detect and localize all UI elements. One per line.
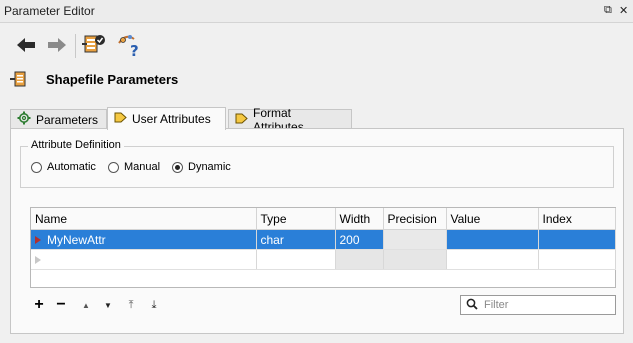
cell-precision [383,249,447,270]
radio-dynamic[interactable]: Dynamic [172,161,231,173]
move-up-button[interactable]: ▲ [77,296,95,314]
apply-parameters-icon[interactable] [80,30,108,60]
attribute-definition-group: Attribute Definition Automatic Manual Dy… [20,139,614,188]
cell-value[interactable] [446,229,539,250]
move-bottom-button[interactable]: ⤓ [145,296,163,314]
radio-label: Dynamic [188,161,231,173]
close-icon[interactable]: ✕ [619,4,628,17]
add-row-button[interactable]: + [30,296,48,314]
radio-circle[interactable] [31,161,42,173]
radio-circle-selected[interactable] [172,161,183,173]
back-arrow-icon[interactable] [12,30,40,60]
cell-name-text: MyNewAttr [47,232,106,247]
forward-arrow-icon[interactable] [43,30,71,60]
cell-width[interactable]: 200 [335,229,384,250]
radio-label: Manual [124,161,161,173]
column-header-name[interactable]: Name [31,208,257,230]
tag-icon [114,111,127,127]
column-header-precision[interactable]: Precision [383,208,447,230]
column-header-index[interactable]: Index [538,208,616,230]
cell-name[interactable] [31,249,257,270]
tab-parameters[interactable]: Parameters [10,109,107,129]
cell-index[interactable] [538,249,616,270]
radio-circle[interactable] [108,161,119,173]
move-down-button[interactable]: ▼ [99,296,117,314]
tag-icon [235,112,248,128]
gear-icon [17,111,31,128]
toolbar: ? [0,30,633,64]
row-marker-icon [35,236,41,245]
table-row-new[interactable] [31,249,616,270]
cell-precision [383,229,447,250]
radio-manual[interactable]: Manual [108,161,160,173]
cell-type[interactable] [256,249,336,270]
table-header-row: Name Type Width Precision Value Index [31,208,616,230]
move-top-button[interactable]: ⤒ [122,296,140,314]
window-title: Parameter Editor [4,4,95,18]
table-row[interactable]: MyNewAttr char 200 [31,229,616,250]
toolbar-separator [75,34,76,58]
filter-input[interactable] [484,299,604,311]
remove-row-button[interactable]: − [52,296,70,314]
column-header-value[interactable]: Value [446,208,539,230]
search-icon [466,298,478,313]
column-header-type[interactable]: Type [256,208,336,230]
tab-user-attributes[interactable]: User Attributes [107,107,226,130]
radio-label: Automatic [47,161,96,173]
tab-label: User Attributes [132,112,211,126]
user-attributes-panel: Attribute Definition Automatic Manual Dy… [10,128,624,334]
attributes-table: Name Type Width Precision Value Index My… [30,207,616,288]
tab-label: Parameters [36,112,99,127]
window-titlebar: Parameter Editor ⧉ ✕ [0,0,633,23]
help-icon[interactable]: ? [116,30,144,60]
shapefile-icon [10,71,26,87]
cell-width [335,249,384,270]
radio-automatic[interactable]: Automatic [31,161,96,173]
cell-name[interactable]: MyNewAttr [31,229,257,250]
cell-value[interactable] [446,249,539,270]
cell-index[interactable] [538,229,616,250]
float-icon[interactable]: ⧉ [604,4,612,17]
filter-box[interactable] [460,295,616,315]
tab-format-attributes[interactable]: Format Attributes [228,106,352,134]
svg-text:?: ? [130,42,139,59]
page-title: Shapefile Parameters [46,72,179,87]
new-row-marker-icon [35,256,41,265]
column-header-width[interactable]: Width [335,208,384,230]
cell-type[interactable]: char [256,229,336,250]
group-title: Attribute Definition [28,139,124,151]
